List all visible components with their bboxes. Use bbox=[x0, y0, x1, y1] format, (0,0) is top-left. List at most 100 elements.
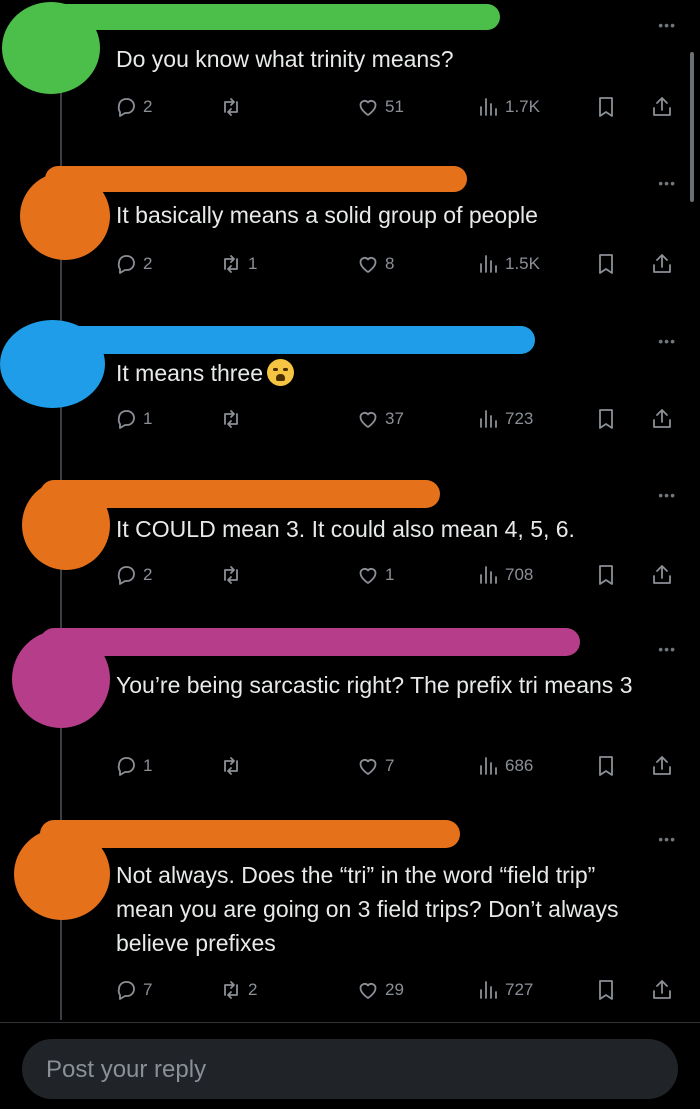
reply-icon bbox=[117, 410, 135, 429]
post-text-content: It means three bbox=[116, 360, 264, 386]
like-button[interactable]: 8 bbox=[356, 249, 394, 279]
divider bbox=[0, 1022, 700, 1023]
views-icon bbox=[480, 410, 497, 428]
more-icon[interactable]: ••• bbox=[658, 832, 676, 846]
views-icon bbox=[480, 255, 497, 273]
views-count: 708 bbox=[505, 565, 534, 584]
like-count: 7 bbox=[385, 756, 395, 775]
more-icon[interactable]: ••• bbox=[658, 176, 676, 190]
views-count: 1.5K bbox=[505, 254, 540, 273]
bookmark-icon bbox=[599, 97, 613, 117]
heart-icon bbox=[359, 257, 377, 273]
like-count: 29 bbox=[385, 980, 404, 999]
more-icon[interactable]: ••• bbox=[658, 642, 676, 656]
reply-count: 2 bbox=[143, 565, 153, 584]
repost-button[interactable] bbox=[219, 92, 248, 122]
redacted-username bbox=[40, 820, 460, 848]
reply-icon bbox=[117, 981, 135, 1000]
like-button[interactable]: 29 bbox=[356, 975, 404, 1005]
post-text: It basically means a solid group of peop… bbox=[116, 202, 538, 228]
reply-button[interactable]: 2 bbox=[114, 249, 152, 279]
repost-icon bbox=[224, 566, 238, 584]
views-button[interactable]: 708 bbox=[476, 560, 533, 590]
bookmark-icon bbox=[599, 409, 613, 429]
share-icon bbox=[653, 565, 671, 584]
redacted-username bbox=[40, 628, 580, 656]
views-button[interactable]: 1.7K bbox=[476, 92, 540, 122]
like-count: 1 bbox=[385, 565, 395, 584]
heart-icon bbox=[359, 983, 377, 999]
reply-icon bbox=[117, 757, 135, 776]
views-button[interactable]: 727 bbox=[476, 975, 533, 1005]
share-button[interactable] bbox=[650, 92, 674, 122]
repost-button[interactable] bbox=[219, 560, 248, 590]
share-button[interactable] bbox=[650, 560, 674, 590]
like-button[interactable]: 51 bbox=[356, 92, 404, 122]
share-button[interactable] bbox=[650, 975, 674, 1005]
views-button[interactable]: 723 bbox=[476, 404, 533, 434]
more-icon[interactable]: ••• bbox=[658, 334, 676, 348]
redacted-username bbox=[30, 4, 500, 30]
share-button[interactable] bbox=[650, 751, 674, 781]
post[interactable]: ••• Not always. Does the “tri” in the wo… bbox=[0, 810, 700, 1020]
views-count: 723 bbox=[505, 409, 534, 428]
more-icon[interactable]: ••• bbox=[658, 18, 676, 32]
views-icon bbox=[480, 98, 497, 116]
repost-count: 1 bbox=[248, 254, 258, 273]
reply-button[interactable]: 1 bbox=[114, 751, 152, 781]
bookmark-button[interactable] bbox=[594, 975, 618, 1005]
post-text: Not always. Does the “tri” in the word “… bbox=[116, 862, 619, 956]
loudly-crying-face-icon bbox=[267, 359, 295, 386]
like-button[interactable]: 1 bbox=[356, 560, 394, 590]
post[interactable]: ••• It basically means a solid group of … bbox=[0, 160, 700, 320]
post[interactable]: ••• You’re being sarcastic right? The pr… bbox=[0, 620, 700, 810]
post[interactable]: ••• It COULD mean 3. It could also mean … bbox=[0, 470, 700, 630]
heart-icon bbox=[359, 412, 377, 428]
views-count: 686 bbox=[505, 756, 534, 775]
like-count: 51 bbox=[385, 97, 404, 116]
repost-button[interactable] bbox=[219, 404, 248, 434]
post[interactable]: ••• It means three 1 37 723 bbox=[0, 320, 700, 480]
bookmark-button[interactable] bbox=[594, 751, 618, 781]
bookmark-button[interactable] bbox=[594, 92, 618, 122]
reply-button[interactable]: 2 bbox=[114, 92, 152, 122]
views-button[interactable]: 1.5K bbox=[476, 249, 540, 279]
post[interactable]: ••• Do you know what trinity means? 2 51… bbox=[0, 0, 700, 160]
post-text: It COULD mean 3. It could also mean 4, 5… bbox=[116, 516, 575, 542]
repost-button[interactable]: 2 bbox=[219, 975, 257, 1005]
bookmark-icon bbox=[599, 980, 613, 1000]
bookmark-icon bbox=[599, 565, 613, 585]
reply-button[interactable]: 1 bbox=[114, 404, 152, 434]
like-count: 37 bbox=[385, 409, 404, 428]
reply-input[interactable] bbox=[44, 1039, 648, 1101]
share-icon bbox=[653, 980, 671, 999]
bookmark-button[interactable] bbox=[594, 249, 618, 279]
views-count: 727 bbox=[505, 980, 534, 999]
heart-icon bbox=[359, 568, 377, 584]
repost-button[interactable] bbox=[219, 751, 248, 781]
bookmark-button[interactable] bbox=[594, 560, 618, 590]
reply-icon bbox=[117, 566, 135, 585]
bookmark-icon bbox=[599, 756, 613, 776]
repost-icon bbox=[224, 255, 238, 273]
reply-icon bbox=[117, 98, 135, 117]
share-icon bbox=[653, 756, 671, 775]
like-button[interactable]: 7 bbox=[356, 751, 394, 781]
share-button[interactable] bbox=[650, 404, 674, 434]
share-icon bbox=[653, 254, 671, 273]
more-icon[interactable]: ••• bbox=[658, 488, 676, 502]
reply-button[interactable]: 7 bbox=[114, 975, 152, 1005]
repost-icon bbox=[224, 981, 238, 999]
share-icon bbox=[653, 97, 671, 116]
repost-count: 2 bbox=[248, 980, 258, 999]
redacted-username bbox=[55, 326, 535, 354]
reply-count: 2 bbox=[143, 254, 153, 273]
views-button[interactable]: 686 bbox=[476, 751, 533, 781]
reply-button[interactable]: 2 bbox=[114, 560, 152, 590]
share-button[interactable] bbox=[650, 249, 674, 279]
views-count: 1.7K bbox=[505, 97, 540, 116]
reply-composer[interactable] bbox=[22, 1039, 678, 1101]
repost-button[interactable]: 1 bbox=[219, 249, 257, 279]
like-button[interactable]: 37 bbox=[356, 404, 404, 434]
bookmark-button[interactable] bbox=[594, 404, 618, 434]
